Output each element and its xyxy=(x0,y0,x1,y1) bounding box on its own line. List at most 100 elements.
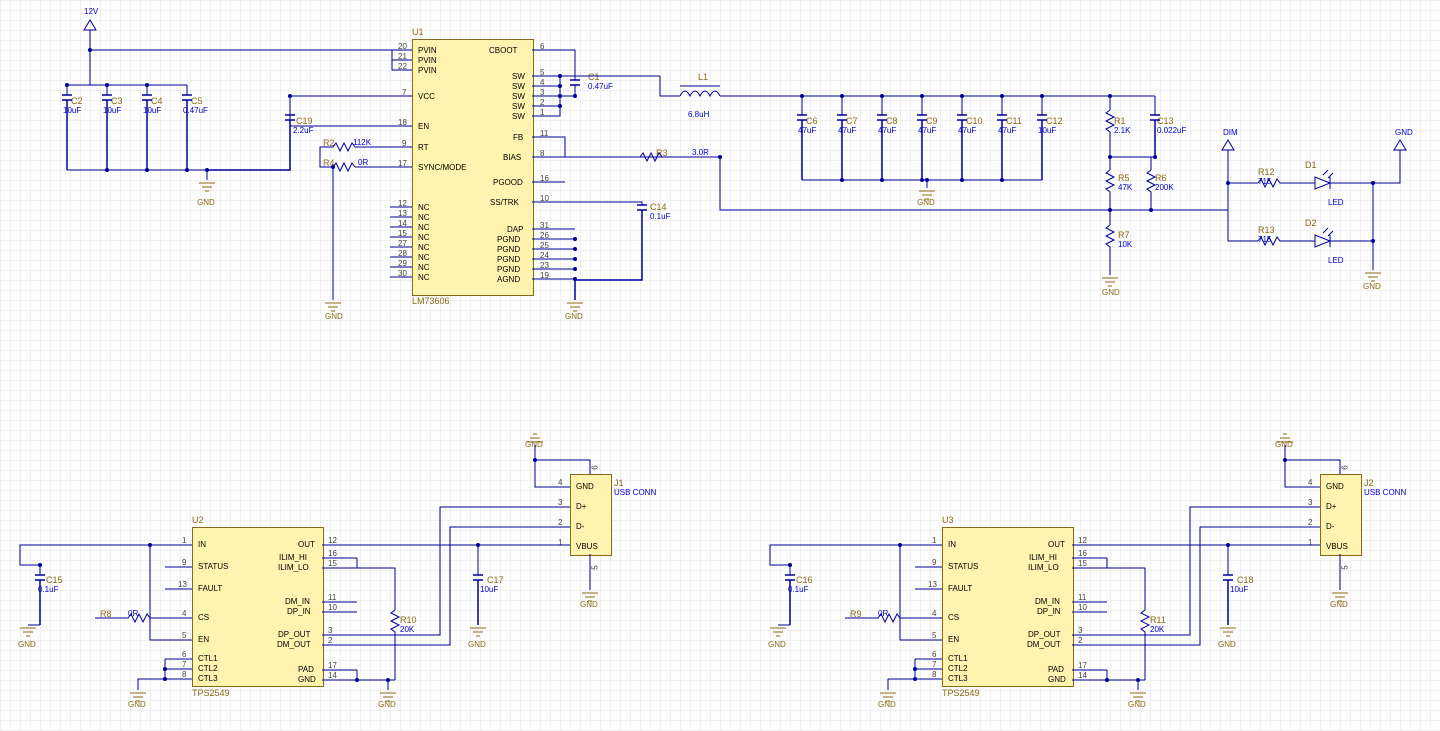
r13-val: 715 xyxy=(1258,235,1271,244)
gnd-lbl-14: GND xyxy=(878,700,896,709)
c1-ref: C1 xyxy=(588,72,600,82)
u2-num-8: 8 xyxy=(182,670,186,679)
j2-num-4: 4 xyxy=(1308,478,1312,487)
u1-part: LM73606 xyxy=(412,296,450,306)
c3-val: 10uF xyxy=(103,106,121,115)
u3-pin-out: OUT xyxy=(1048,540,1065,549)
u1-num-7: 7 xyxy=(402,88,406,97)
r9-val: 0R xyxy=(878,609,888,618)
u3-pin-fault: FAULT xyxy=(948,584,972,593)
u1-pin-rt: RT xyxy=(418,143,429,152)
u3-num-1: 1 xyxy=(932,536,936,545)
u1-pin-agnd: AGND xyxy=(497,275,520,284)
u3-num-7: 7 xyxy=(932,660,936,669)
u1-num-16: 16 xyxy=(540,174,549,183)
c15-ref: C15 xyxy=(46,575,63,585)
u3-pin-pad: PAD xyxy=(1048,665,1064,674)
c1-val: 0.47uF xyxy=(588,82,613,91)
u3-pin-cs: CS xyxy=(948,613,959,622)
u1-pin-pvin1: PVIN xyxy=(418,46,437,55)
u1-pin-en: EN xyxy=(418,122,429,131)
gnd-lbl-9: GND xyxy=(378,700,396,709)
j2-ref: J2 xyxy=(1364,478,1374,488)
u2-num-12: 12 xyxy=(328,536,337,545)
u2-pin-out: OUT xyxy=(298,540,315,549)
u3-num-15: 15 xyxy=(1078,559,1087,568)
gnd-lbl-3: GND xyxy=(565,312,583,321)
u2-pin-ctl1: CTL1 xyxy=(198,654,218,663)
j2-num-5: 5 xyxy=(1341,565,1350,569)
c10-val: 47uF xyxy=(958,126,976,135)
u2-num-6: 6 xyxy=(182,650,186,659)
u2-pin-ilimhi: ILIM_HI xyxy=(279,553,307,562)
u1-num-13: 13 xyxy=(398,209,407,218)
l1-ref: L1 xyxy=(698,72,708,82)
c3-ref: C3 xyxy=(111,96,123,106)
r8-ref: R8 xyxy=(100,609,112,619)
j2-num-6: 6 xyxy=(1341,465,1350,469)
u1-num-12: 12 xyxy=(398,199,407,208)
u2-pin-ctl2: CTL2 xyxy=(198,664,218,673)
j1-conn: USB CONN xyxy=(614,488,656,497)
u2-pin-fault: FAULT xyxy=(198,584,222,593)
u3-num-3: 3 xyxy=(1078,626,1082,635)
u2-num-15: 15 xyxy=(328,559,337,568)
u3-pin-ilimhi: ILIM_HI xyxy=(1029,553,1057,562)
u1-num-14: 14 xyxy=(398,219,407,228)
u2-pin-ilimlo: ILIM_LO xyxy=(278,563,309,572)
u3-pin-status: STATUS xyxy=(948,562,978,571)
u1-num-31: 31 xyxy=(540,221,549,230)
r6-ref: R6 xyxy=(1155,173,1167,183)
u1-num-2: 2 xyxy=(540,98,544,107)
c13-ref: C13 xyxy=(1157,116,1174,126)
u2-pin-status: STATUS xyxy=(198,562,228,571)
u2-num-4: 4 xyxy=(182,609,186,618)
j2-pin-vbus: VBUS xyxy=(1326,542,1348,551)
u2-num-17: 17 xyxy=(328,661,337,670)
u2-pin-pad: PAD xyxy=(298,665,314,674)
u2-num-10: 10 xyxy=(328,603,337,612)
u2-ref: U2 xyxy=(192,515,204,525)
u1-pin-fb: FB xyxy=(513,133,523,142)
u3-pin-dpin: DP_IN xyxy=(1037,607,1061,616)
u2-pin-dpin: DP_IN xyxy=(287,607,311,616)
u3-num-9: 9 xyxy=(932,558,936,567)
d2-ref: D2 xyxy=(1305,218,1317,228)
u3-num-12: 12 xyxy=(1078,536,1087,545)
u3-num-2: 2 xyxy=(1078,636,1082,645)
u1-pin-cboot: CBOOT xyxy=(489,46,517,55)
u1-pin-pgood: PGOOD xyxy=(493,178,523,187)
u2-pin-ctl3: CTL3 xyxy=(198,674,218,683)
u1-pin-sw2: SW xyxy=(512,82,525,91)
u1-num-8: 8 xyxy=(540,149,544,158)
dim-label: DIM xyxy=(1223,128,1238,137)
c12-ref: C12 xyxy=(1046,116,1063,126)
j1-pin-dp: D+ xyxy=(576,502,586,511)
u2-pin-cs: CS xyxy=(198,613,209,622)
u1-num-4: 4 xyxy=(540,78,544,87)
u2-num-2: 2 xyxy=(328,636,332,645)
u1-pin-pgnd4: PGND xyxy=(497,265,520,274)
r1-val: 2.1K xyxy=(1114,126,1130,135)
c13-val: 0.022uF xyxy=(1157,126,1186,135)
j2-num-1: 1 xyxy=(1308,538,1312,547)
u1-ref: U1 xyxy=(412,27,424,37)
u2-num-13: 13 xyxy=(178,580,187,589)
j1-num-6: 6 xyxy=(591,465,600,469)
u2-num-11: 11 xyxy=(328,593,336,602)
c12-val: 10uF xyxy=(1038,126,1056,135)
c14-val: 0.1uF xyxy=(650,212,670,221)
u1-pin-pgnd1: PGND xyxy=(497,235,520,244)
u1-pin-sstrk: SS/TRK xyxy=(490,198,519,207)
u2-part: TPS2549 xyxy=(192,688,230,698)
u2-num-5: 5 xyxy=(182,631,186,640)
u1-pin-bias: BIAS xyxy=(503,153,521,162)
u1-num-30: 30 xyxy=(398,269,407,278)
j1-num-4: 4 xyxy=(558,478,562,487)
r10-ref: R10 xyxy=(400,615,417,625)
c17-ref: C17 xyxy=(487,575,504,585)
c18-ref: C18 xyxy=(1237,575,1254,585)
u3-num-5: 5 xyxy=(932,631,936,640)
r4-ref: R4 xyxy=(323,158,335,168)
u3-num-13: 13 xyxy=(928,580,937,589)
